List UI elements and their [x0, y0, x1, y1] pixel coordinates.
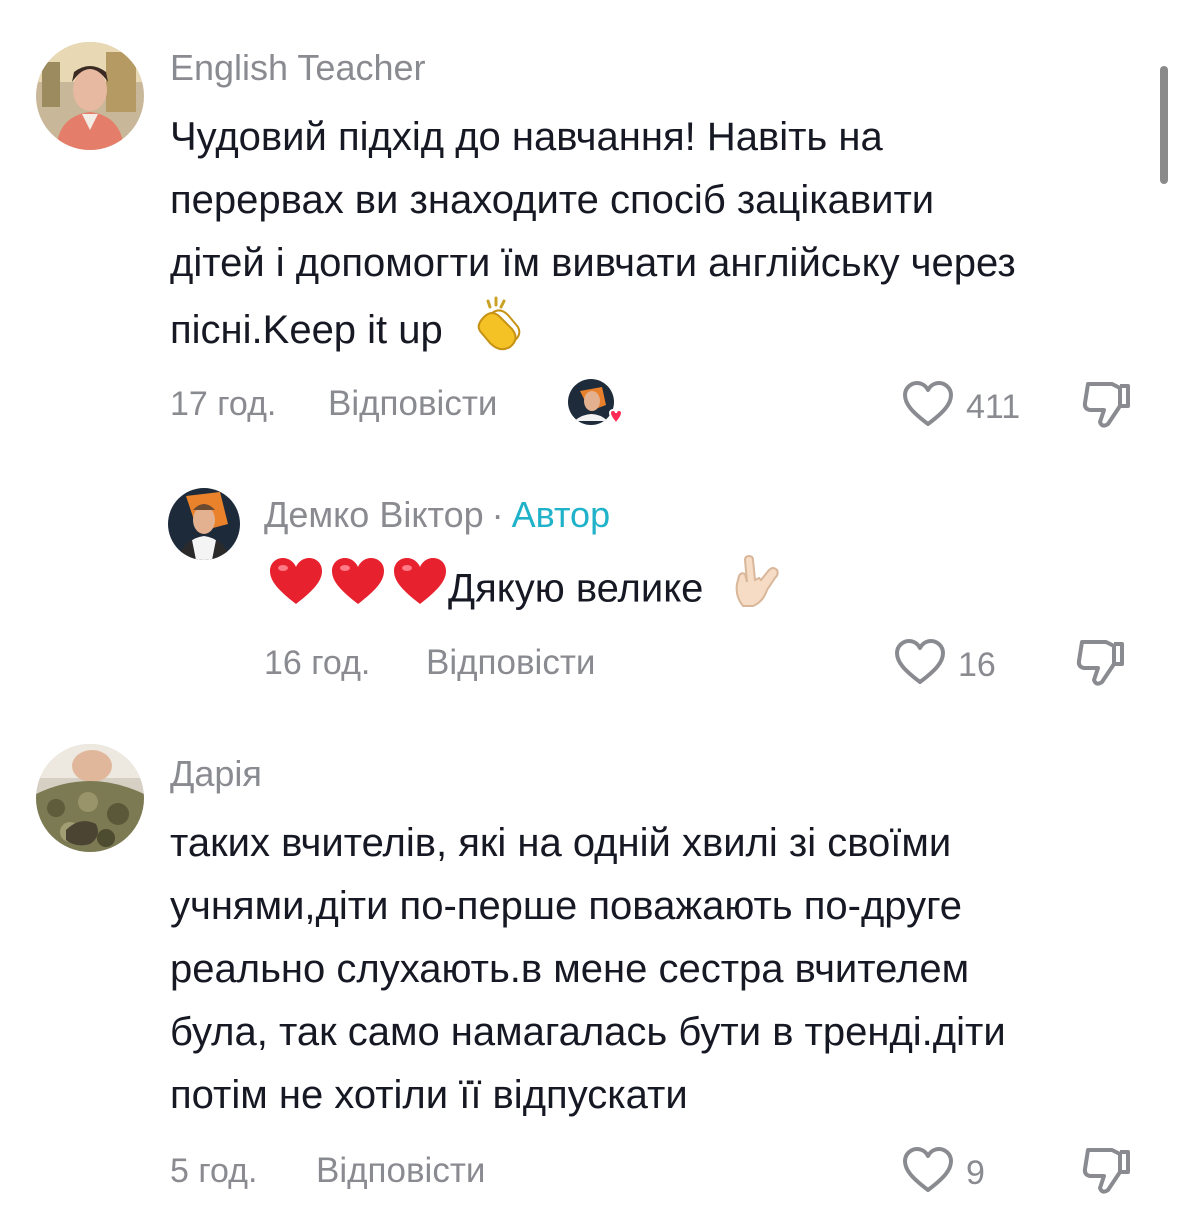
avatar[interactable] [168, 488, 240, 560]
author-separator: · [491, 494, 504, 535]
comment-author[interactable]: Дарія [170, 756, 262, 792]
comment-author[interactable]: Демко Віктор · Автор [264, 497, 610, 533]
creator-liked-avatar [566, 377, 624, 435]
reply-comment-item: Демко Віктор · Автор Дякую велике 16 год. … [0, 450, 1179, 710]
comment-text: таких вчителів, які на одній хвилі зі св… [170, 812, 1006, 1127]
comment-text-line: реально слухають.в мене сестра вчителем [170, 947, 970, 991]
avatar[interactable] [36, 744, 144, 852]
comment-text-line: була, так само намагалась бути в тренді.… [170, 1010, 1006, 1054]
red-heart-icon [330, 556, 386, 621]
comment-item: Дарія таких вчителів, які на одній хвилі… [0, 710, 1179, 1206]
thumbs-down-icon [1076, 640, 1126, 692]
comment-text-line: таких вчителів, які на одній хвилі зі св… [170, 821, 952, 865]
heart-icon [894, 638, 946, 691]
reply-button[interactable]: Відповісти [328, 386, 497, 421]
thumbs-down-icon [1082, 382, 1132, 434]
author-badge: Автор [511, 494, 611, 535]
comment-item: English Teacher Чудовий підхід до навчан… [0, 0, 1179, 450]
thumbs-down-icon [1082, 1148, 1132, 1200]
comment-text: Дякую велике [268, 554, 783, 623]
red-heart-icon [392, 556, 448, 621]
clapping-hands-icon [470, 295, 526, 370]
comment-time: 16 год. [264, 644, 371, 682]
reply-button[interactable]: Відповісти [426, 645, 595, 680]
comment-text-line-last: пісні.Keep it up [170, 295, 1016, 370]
comment-author[interactable]: English Teacher [170, 50, 426, 86]
like-count: 9 [966, 1153, 985, 1192]
like-button[interactable]: 16 [894, 638, 996, 691]
dislike-button[interactable] [1082, 1144, 1132, 1201]
comment-time: 5 год. [170, 1152, 258, 1190]
comment-text-body: Дякую велике [448, 566, 704, 611]
avatar[interactable] [36, 42, 144, 150]
dislike-button[interactable] [1076, 636, 1126, 693]
heart-icon [902, 380, 954, 433]
red-heart-icon [268, 556, 324, 621]
like-count: 411 [966, 387, 1021, 426]
reply-button[interactable]: Відповісти [316, 1153, 485, 1188]
like-count: 16 [958, 645, 996, 684]
heart-icon [902, 1146, 954, 1199]
comment-text-line: перервах ви знаходите спосіб зацікавити [170, 178, 935, 222]
dislike-button[interactable] [1082, 378, 1132, 435]
like-button[interactable]: 411 [902, 380, 1020, 433]
comment-text-line: дітей і допомогти їм вивчати англійську … [170, 241, 1016, 285]
love-you-gesture-icon [729, 554, 783, 623]
comment-text: Чудовий підхід до навчання! Навіть на пе… [170, 106, 1016, 370]
author-name[interactable]: Демко Віктор [264, 494, 484, 535]
comment-text-line: Чудовий підхід до навчання! Навіть на [170, 115, 883, 159]
like-button[interactable]: 9 [902, 1146, 985, 1199]
comment-time: 17 год. [170, 385, 277, 423]
comment-text-line: потім не хотіли її відпускати [170, 1073, 688, 1117]
comment-text-line: учнями,діти по-перше поважають по-друге [170, 884, 963, 928]
comment-text-line: пісні.Keep it up [170, 308, 443, 353]
